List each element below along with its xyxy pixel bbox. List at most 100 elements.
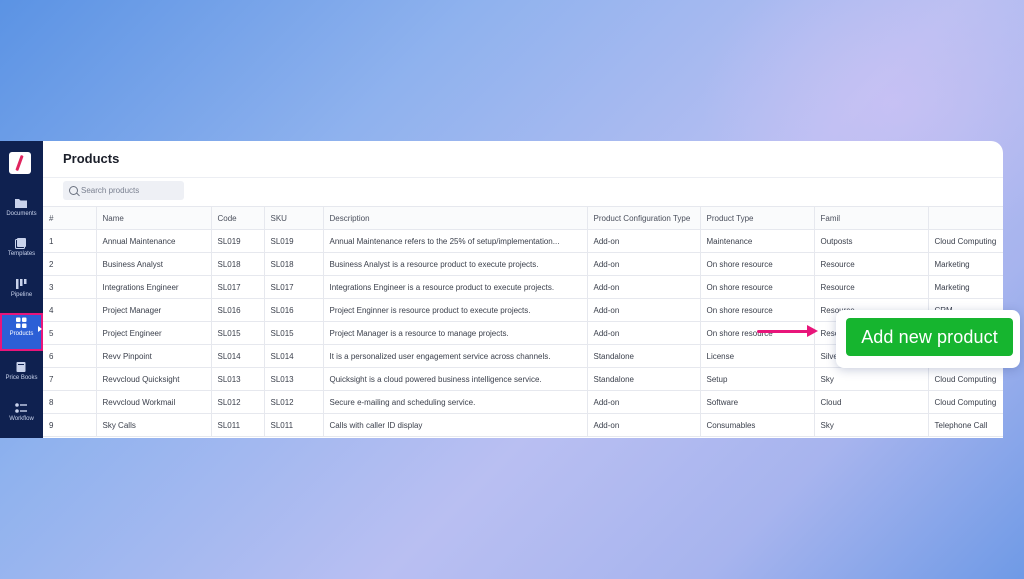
sidebar: Documents Templates Pipeline Products Pr… <box>0 141 43 438</box>
column-header-number[interactable]: # <box>43 206 97 230</box>
search-icon <box>69 186 78 195</box>
table-row[interactable]: 7 Revvcloud Quicksight SL013 SL013 Quicksigh… <box>43 367 1003 391</box>
grid-icon <box>16 317 27 328</box>
cell-name: Integrations Engineer <box>96 275 212 299</box>
cell-configuration-type: Add-on <box>587 275 701 299</box>
cell-sku: SL012 <box>264 390 324 414</box>
table-row[interactable]: 1 Annual Maintenance SL019 SL019 Annual Main… <box>43 229 1003 253</box>
cell-sku: SL013 <box>264 367 324 391</box>
cell-number: 2 <box>43 252 97 276</box>
cell-sku: SL015 <box>264 321 324 345</box>
add-new-product-button[interactable]: Add new product <box>846 318 1013 356</box>
cell-code: SL013 <box>211 367 265 391</box>
cell-code: SL017 <box>211 275 265 299</box>
cell-category: Cloud Computing <box>928 367 1003 391</box>
cell-code: SL019 <box>211 229 265 253</box>
column-header-name[interactable]: Name <box>96 206 212 230</box>
cell-sku: SL019 <box>264 229 324 253</box>
column-header-code[interactable]: Code <box>211 206 265 230</box>
app-window: Documents Templates Pipeline Products Pr… <box>0 141 1024 438</box>
arrow-shaft <box>757 330 809 333</box>
sidebar-item-price-books[interactable]: Price Books <box>0 357 43 395</box>
cell-product-type: On shore resource <box>700 275 815 299</box>
cell-category: Marketing <box>928 252 1003 276</box>
cell-number: 4 <box>43 298 97 322</box>
cell-number: 6 <box>43 344 97 368</box>
sidebar-item-pipeline[interactable]: Pipeline <box>0 274 43 312</box>
search-input[interactable] <box>81 181 181 200</box>
cell-description: Quicksight is a cloud powered business i… <box>323 367 588 391</box>
cell-configuration-type: Add-on <box>587 321 701 345</box>
add-product-callout: Add new product <box>836 310 1020 368</box>
cell-sku: SL014 <box>264 344 324 368</box>
cell-sku: SL017 <box>264 275 324 299</box>
cell-number: 3 <box>43 275 97 299</box>
sidebar-item-documents[interactable]: Documents <box>0 193 43 231</box>
cell-name: Project Engineer <box>96 321 212 345</box>
cell-product-type: On shore resource <box>700 252 815 276</box>
caret-right-icon <box>38 326 42 332</box>
cell-name: Business Analyst <box>96 252 212 276</box>
cell-configuration-type: Add-on <box>587 252 701 276</box>
cell-code: SL016 <box>211 298 265 322</box>
cell-category: Cloud Computing <box>928 390 1003 414</box>
workflow-icon <box>15 403 27 413</box>
column-header-configuration-type[interactable]: Product Configuration Type <box>587 206 701 230</box>
sidebar-item-label: Pipeline <box>10 292 33 298</box>
pointer-arrow-icon <box>757 325 819 337</box>
cell-sku: SL018 <box>264 252 324 276</box>
cell-description: Annual Maintenance refers to the 25% of … <box>323 229 588 253</box>
cell-product-type: Setup <box>700 367 815 391</box>
cell-number: 8 <box>43 390 97 414</box>
sidebar-item-label: Templates <box>7 251 36 257</box>
table-row[interactable]: 8 Revvcloud Workmail SL012 SL012 Secure e-ma… <box>43 390 1003 414</box>
column-header-description[interactable]: Description <box>323 206 588 230</box>
cell-product-type: On shore resource <box>700 298 815 322</box>
cell-name: Revv Pinpoint <box>96 344 212 368</box>
cell-description: Business Analyst is a resource product t… <box>323 252 588 276</box>
cell-configuration-type: Add-on <box>587 229 701 253</box>
template-icon <box>15 238 26 249</box>
cell-description: Integrations Engineer is a resource prod… <box>323 275 588 299</box>
cell-family: Outposts <box>814 229 929 253</box>
folder-icon <box>15 199 27 208</box>
cell-code: SL012 <box>211 390 265 414</box>
book-icon <box>16 362 26 372</box>
cell-description: Project Manager is a resource to manage … <box>323 321 588 345</box>
cell-name: Sky Calls <box>96 413 212 437</box>
sidebar-item-products[interactable]: Products <box>0 313 43 351</box>
sidebar-item-label: Workflow <box>9 416 34 422</box>
cell-description: Project Enginner is resource product to … <box>323 298 588 322</box>
app-logo[interactable] <box>9 152 31 174</box>
column-header-sku[interactable]: SKU <box>264 206 324 230</box>
table-row[interactable]: 9 Sky Calls SL011 SL011 Calls with caller ID… <box>43 413 1003 437</box>
cell-name: Revvcloud Quicksight <box>96 367 212 391</box>
cell-category: Telephone Call <box>928 413 1003 437</box>
cell-number: 9 <box>43 413 97 437</box>
cell-code: SL014 <box>211 344 265 368</box>
table-row[interactable]: 2 Business Analyst SL018 SL018 Business Anal… <box>43 252 1003 276</box>
main-panel: Products # Name Code <box>43 141 1003 438</box>
cell-configuration-type: Add-on <box>587 298 701 322</box>
cell-code: SL011 <box>211 413 265 437</box>
column-header-family[interactable]: Famil <box>814 206 929 230</box>
cell-code: SL015 <box>211 321 265 345</box>
cell-code: SL018 <box>211 252 265 276</box>
table-row[interactable]: 3 Integrations Engineer SL017 SL017 Integrat… <box>43 275 1003 299</box>
cell-configuration-type: Standalone <box>587 367 701 391</box>
cell-family: Resource <box>814 252 929 276</box>
cell-product-type: Maintenance <box>700 229 815 253</box>
column-header-product-type[interactable]: Product Type <box>700 206 815 230</box>
cell-number: 7 <box>43 367 97 391</box>
cell-sku: SL016 <box>264 298 324 322</box>
cell-family: Resource <box>814 275 929 299</box>
sidebar-item-templates[interactable]: Templates <box>0 233 43 271</box>
sidebar-item-workflow[interactable]: Workflow <box>0 398 43 436</box>
cell-configuration-type: Standalone <box>587 344 701 368</box>
pipeline-icon <box>16 279 27 289</box>
search-box[interactable] <box>63 181 184 200</box>
cell-configuration-type: Add-on <box>587 413 701 437</box>
column-header-category[interactable] <box>928 206 1003 230</box>
cell-number: 5 <box>43 321 97 345</box>
cell-name: Annual Maintenance <box>96 229 212 253</box>
